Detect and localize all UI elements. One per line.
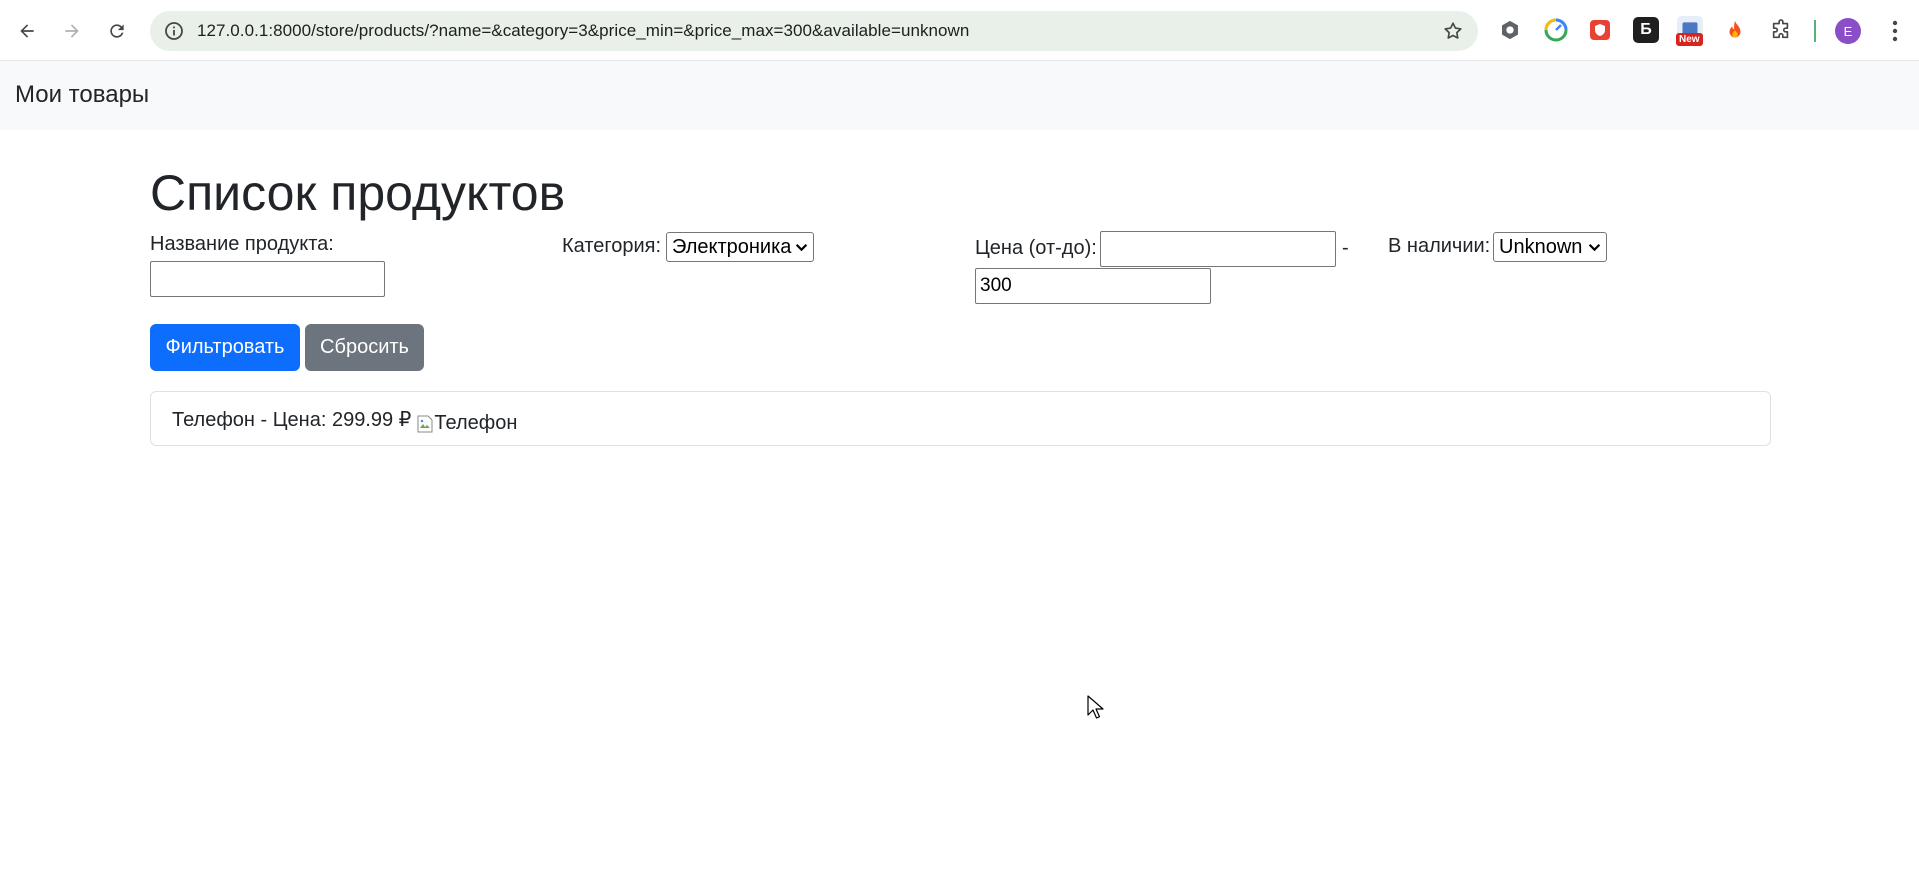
- site-info-icon[interactable]: [164, 21, 184, 41]
- site-navbar: Мои товары: [0, 61, 1919, 130]
- back-button[interactable]: [9, 13, 45, 49]
- toolbar-divider: [1814, 20, 1816, 42]
- reload-icon: [110, 24, 124, 38]
- forward-button[interactable]: [54, 13, 90, 49]
- bookmark-star-icon[interactable]: [1442, 20, 1464, 42]
- category-filter-label: Категория:: [562, 235, 662, 257]
- product-list-item: Телефон - Цена: 299.99 ₽ Телефон: [172, 407, 517, 435]
- browser-toolbar: 127.0.0.1:8000/store/products/?name=&cat…: [0, 0, 1919, 61]
- extension-fire-icon[interactable]: [1722, 17, 1748, 43]
- new-badge: New: [1676, 33, 1703, 46]
- extensions-puzzle-icon[interactable]: [1768, 17, 1794, 43]
- extension-letter-icon[interactable]: Б: [1633, 17, 1659, 43]
- mouse-cursor-icon: [1087, 695, 1104, 719]
- price-min-input[interactable]: [1100, 231, 1336, 267]
- reload-button[interactable]: [99, 13, 135, 49]
- price-max-input[interactable]: 300: [975, 268, 1211, 304]
- product-text: Телефон - Цена: 299.99 ₽: [172, 409, 412, 431]
- address-bar[interactable]: 127.0.0.1:8000/store/products/?name=&cat…: [150, 11, 1478, 51]
- product-image: Телефон: [417, 412, 517, 435]
- reset-button[interactable]: Сбросить: [305, 324, 424, 371]
- product-list: Телефон - Цена: 299.99 ₽ Телефон: [150, 391, 1771, 446]
- extension-shield-icon[interactable]: [1587, 17, 1613, 43]
- arrow-right-icon: [65, 24, 79, 38]
- name-filter-input[interactable]: [150, 261, 385, 297]
- extension-hexagon-icon[interactable]: [1497, 17, 1523, 43]
- available-filter-label: В наличии:: [1388, 235, 1491, 257]
- price-filter-label: Цена (от-до):: [975, 237, 1097, 259]
- url-text: 127.0.0.1:8000/store/products/?name=&cat…: [197, 21, 970, 40]
- chevron-down-icon: [1588, 244, 1601, 252]
- extension-gauge-icon[interactable]: [1543, 17, 1569, 43]
- category-select-value: Электроника: [672, 236, 792, 258]
- price-range-separator: -: [1342, 237, 1349, 259]
- arrow-left-icon: [20, 24, 34, 38]
- page-title: Список продуктов: [150, 165, 566, 221]
- broken-image-icon: [417, 415, 433, 432]
- navbar-brand-link[interactable]: Мои товары: [15, 81, 149, 109]
- available-select[interactable]: Unknown: [1493, 232, 1607, 262]
- kebab-menu-icon[interactable]: [1884, 18, 1906, 44]
- profile-avatar[interactable]: E: [1835, 18, 1861, 44]
- category-select[interactable]: Электроника: [666, 232, 814, 262]
- available-select-value: Unknown: [1499, 236, 1583, 258]
- chevron-down-icon: [795, 244, 808, 252]
- filter-button[interactable]: Фильтровать: [150, 324, 300, 371]
- name-filter-label: Название продукта:: [150, 233, 334, 255]
- product-image-alt: Телефон: [434, 412, 518, 434]
